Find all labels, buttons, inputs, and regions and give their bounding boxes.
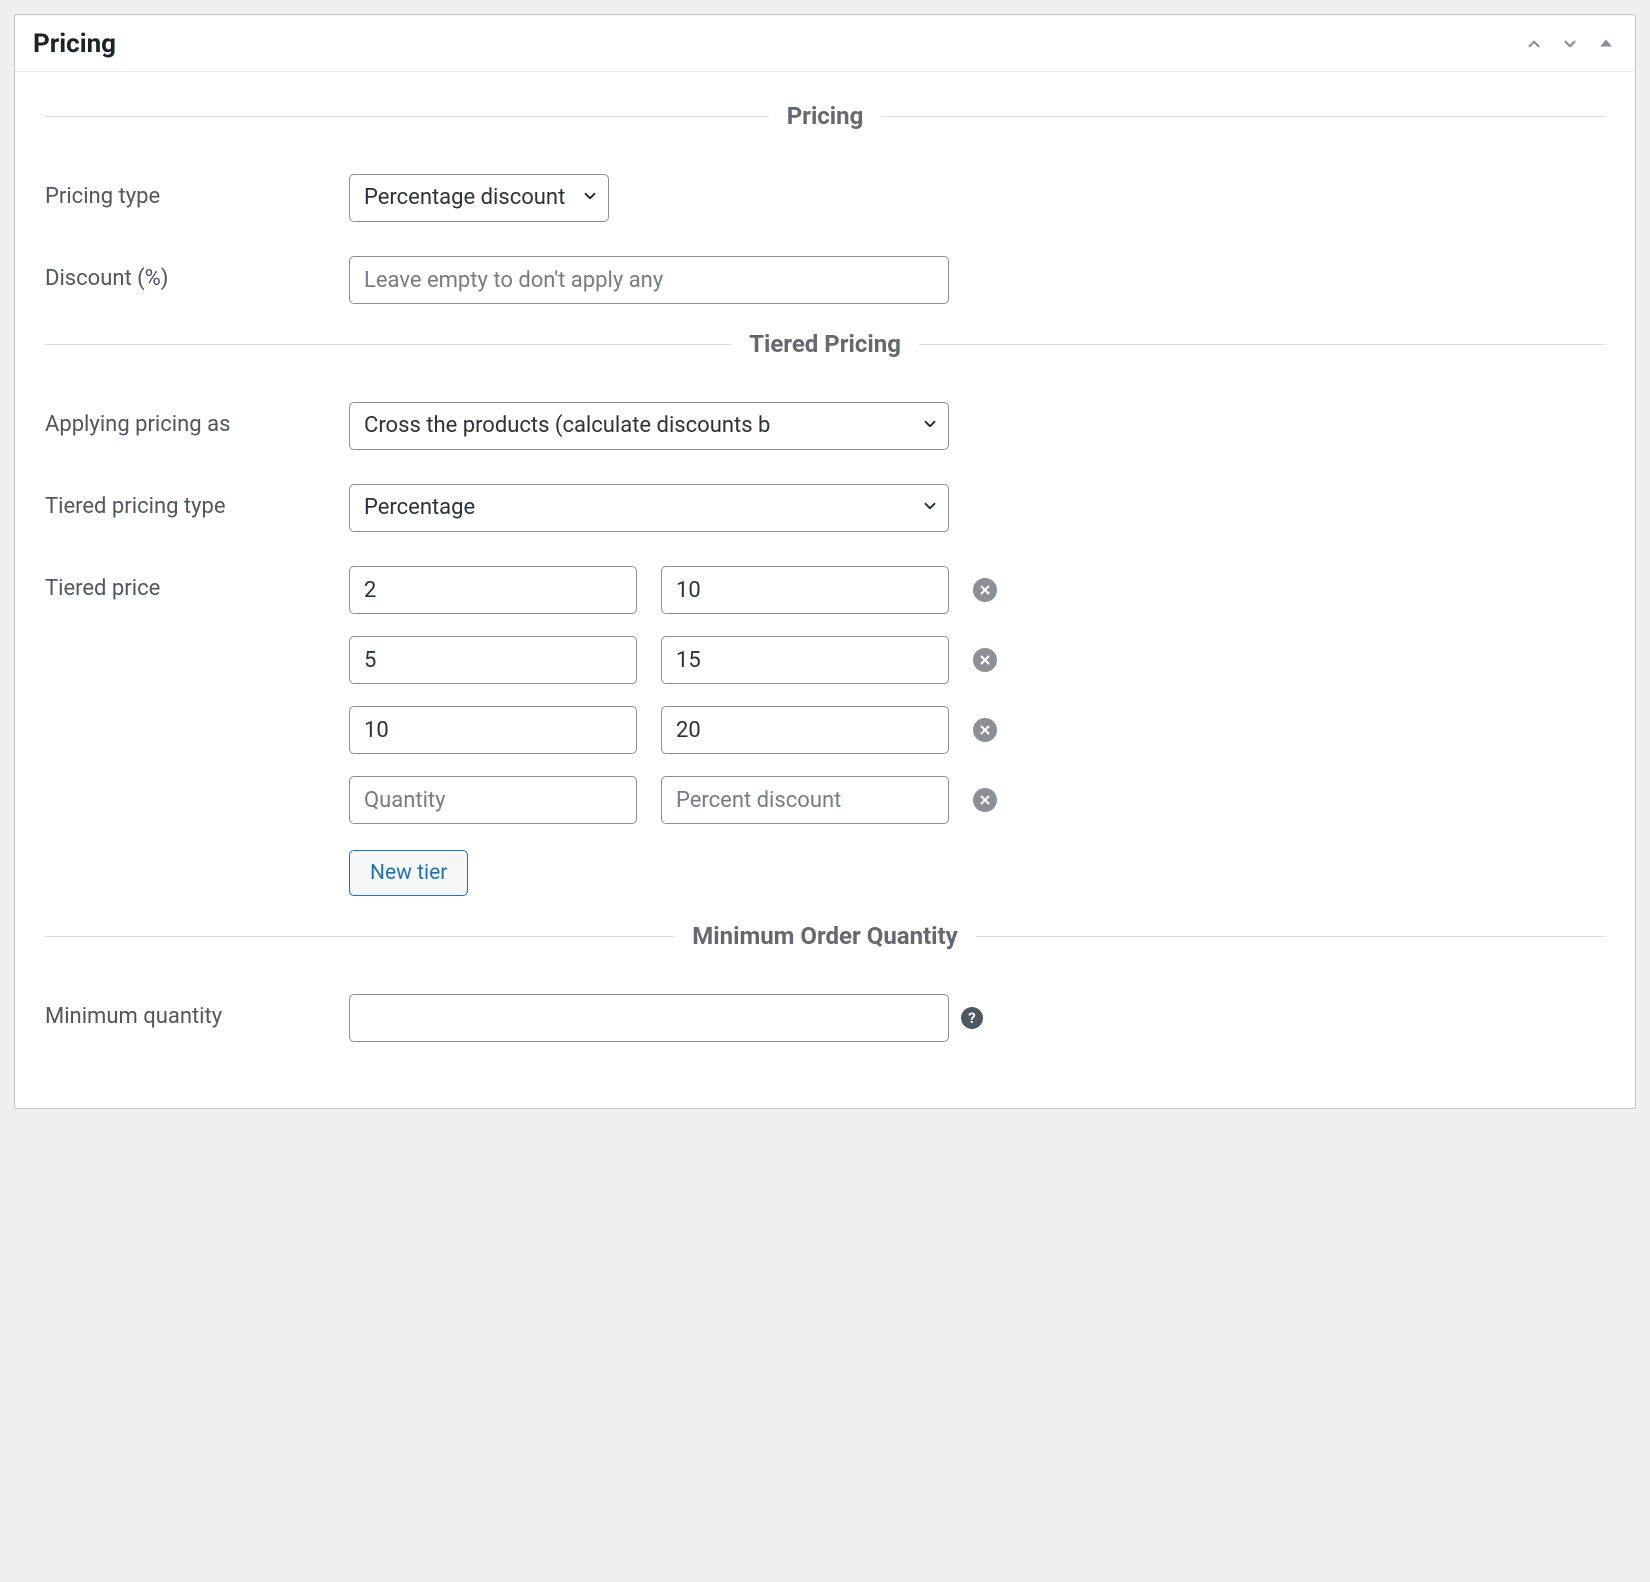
tiered-type-label: Tiered pricing type (45, 484, 349, 519)
tier-quantity-input[interactable] (349, 776, 637, 824)
row-tiered-type: Tiered pricing type Percentage (45, 484, 1605, 532)
remove-tier-button[interactable] (973, 578, 997, 602)
row-tiered-price: Tiered price (45, 566, 1605, 896)
tier-quantity-input[interactable] (349, 566, 637, 614)
tiered-type-select[interactable]: Percentage (349, 484, 949, 532)
row-pricing-type: Pricing type Percentage discount (45, 174, 1605, 222)
row-min-qty: Minimum quantity ? (45, 994, 1605, 1042)
collapse-toggle-button[interactable] (1595, 33, 1617, 55)
discount-input[interactable] (349, 256, 949, 304)
tier-row (349, 776, 997, 824)
tiered-price-list: New tier (349, 566, 997, 896)
section-heading-label: Minimum Order Quantity (674, 922, 975, 950)
section-min-order-qty: Minimum Order Quantity Minimum quantity … (45, 922, 1605, 1042)
remove-tier-button[interactable] (973, 718, 997, 742)
tier-value-input[interactable] (661, 636, 949, 684)
section-heading-pricing: Pricing (45, 102, 1605, 130)
section-tiered-pricing: Tiered Pricing Applying pricing as Cross… (45, 330, 1605, 896)
section-heading-tiered: Tiered Pricing (45, 330, 1605, 358)
tier-quantity-input[interactable] (349, 636, 637, 684)
pricing-type-label: Pricing type (45, 174, 349, 209)
min-qty-input[interactable] (349, 994, 949, 1042)
panel-header-controls (1523, 33, 1617, 55)
tier-row (349, 566, 997, 614)
move-down-button[interactable] (1559, 33, 1581, 55)
new-tier-button[interactable]: New tier (349, 850, 468, 896)
remove-tier-button[interactable] (973, 788, 997, 812)
applying-as-label: Applying pricing as (45, 402, 349, 437)
move-up-button[interactable] (1523, 33, 1545, 55)
pricing-panel: Pricing Pricing Pricing type (14, 14, 1636, 1109)
section-pricing: Pricing Pricing type Percentage discount… (45, 102, 1605, 304)
pricing-type-select[interactable]: Percentage discount (349, 174, 609, 222)
panel-title: Pricing (33, 29, 116, 59)
section-heading-min-order: Minimum Order Quantity (45, 922, 1605, 950)
tiered-price-label: Tiered price (45, 566, 349, 601)
discount-label: Discount (%) (45, 256, 349, 291)
tier-row (349, 706, 997, 754)
min-qty-label: Minimum quantity (45, 994, 349, 1029)
tier-value-input[interactable] (661, 776, 949, 824)
tier-row (349, 636, 997, 684)
section-heading-label: Pricing (769, 102, 882, 130)
row-discount: Discount (%) (45, 256, 1605, 304)
new-tier-row: New tier (349, 850, 997, 896)
section-heading-label: Tiered Pricing (731, 330, 919, 358)
help-icon[interactable]: ? (961, 1007, 983, 1029)
applying-as-select[interactable]: Cross the products (calculate discounts … (349, 402, 949, 450)
row-applying-as: Applying pricing as Cross the products (… (45, 402, 1605, 450)
tier-value-input[interactable] (661, 566, 949, 614)
panel-header: Pricing (15, 15, 1635, 72)
tier-quantity-input[interactable] (349, 706, 637, 754)
remove-tier-button[interactable] (973, 648, 997, 672)
panel-body: Pricing Pricing type Percentage discount… (15, 72, 1635, 1108)
tier-value-input[interactable] (661, 706, 949, 754)
